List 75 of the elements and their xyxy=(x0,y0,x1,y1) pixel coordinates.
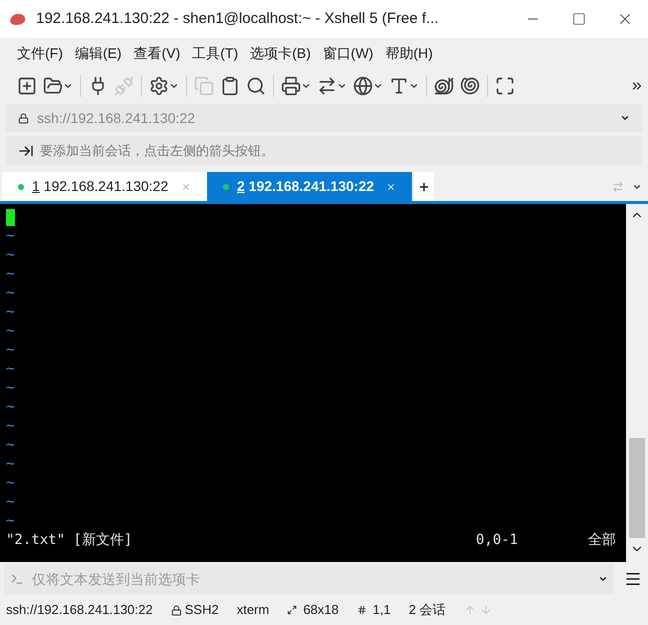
new-tab-button[interactable] xyxy=(414,172,434,201)
tilde-line: ~ xyxy=(6,513,14,529)
tilde-line: ~ xyxy=(6,304,14,320)
plus-icon[interactable] xyxy=(418,180,430,192)
tilde-line: ~ xyxy=(6,361,14,377)
send-text-field[interactable]: 仅将文本发送到当前选项卡 xyxy=(4,564,614,594)
caret-icon xyxy=(301,81,311,91)
send-text-input[interactable]: 仅将文本发送到当前选项卡 xyxy=(32,568,598,590)
menu-item[interactable]: 文件(F) xyxy=(12,42,68,64)
tilde-line: ~ xyxy=(6,228,14,244)
resize-icon xyxy=(287,605,298,615)
terminal-icon xyxy=(10,572,24,586)
tilde-line: ~ xyxy=(6,247,14,263)
menu-item[interactable]: 查看(V) xyxy=(128,42,186,64)
printer-icon xyxy=(281,76,301,96)
status-address: ssh://192.168.241.130:22 xyxy=(6,601,153,620)
tab-label: 1 192.168.241.130:22 xyxy=(32,177,168,196)
app-logo-icon xyxy=(8,11,28,27)
vim-scroll-position: 全部 xyxy=(588,531,616,550)
tab[interactable]: 1 192.168.241.130:22 xyxy=(2,172,207,201)
shell-icon xyxy=(460,76,480,96)
tilde-line: ~ xyxy=(6,475,14,491)
caret-icon xyxy=(373,81,383,91)
cursor-position-icon xyxy=(356,605,367,615)
font-icon xyxy=(389,76,409,96)
tab-label: 2 192.168.241.130:22 xyxy=(237,177,374,196)
clipboard-icon xyxy=(220,76,240,96)
gear-icon xyxy=(149,76,169,96)
menu-item[interactable]: 工具(T) xyxy=(187,42,244,64)
menu-icon[interactable] xyxy=(624,570,642,588)
tab[interactable]: 2 192.168.241.130:22 xyxy=(207,172,412,201)
lock-icon xyxy=(170,604,182,616)
scrollbar-thumb[interactable] xyxy=(629,438,645,538)
tilde-line: ~ xyxy=(6,285,14,301)
menu-item[interactable]: 选项卡(B) xyxy=(245,42,316,64)
menu-item[interactable]: 帮助(H) xyxy=(380,42,438,64)
window-title: 192.168.241.130:22 - shen1@localhost:~ - Xshell 5 (Free f... xyxy=(36,8,439,29)
snail-icon xyxy=(434,76,454,96)
dropdown-icon[interactable] xyxy=(598,574,608,584)
menu-item[interactable]: 编辑(E) xyxy=(70,42,127,64)
caret-icon xyxy=(337,81,347,91)
tilde-line: ~ xyxy=(6,494,14,510)
tilde-line: ~ xyxy=(6,399,14,415)
tilde-line: ~ xyxy=(6,456,14,472)
maximize-icon[interactable] xyxy=(572,12,586,26)
unplug-icon xyxy=(114,76,134,96)
hint-text: 要添加当前会话，点击左侧的箭头按钮。 xyxy=(40,142,274,160)
lock-icon xyxy=(18,112,29,124)
status-protocol: SSH2 xyxy=(184,601,219,620)
new-window-icon xyxy=(17,76,37,96)
caret-icon xyxy=(409,81,419,91)
vim-cursor-position: 0,0-1 xyxy=(476,531,518,550)
add-session-icon[interactable] xyxy=(18,143,34,159)
vim-status-file: "2.txt" [新文件] xyxy=(6,531,132,550)
tilde-line: ~ xyxy=(6,266,14,282)
tilde-line: ~ xyxy=(6,323,14,339)
copy-icon xyxy=(194,76,214,96)
search-icon xyxy=(246,76,266,96)
terminal-screen[interactable]: ~ ~ ~ ~ ~ ~ ~ ~ ~ ~ ~ ~ ~ ~ ~ ~ "2.txt" [新文件] 0,0-1 全部 xyxy=(0,204,626,562)
globe-icon xyxy=(353,76,373,96)
fullscreen-icon xyxy=(495,76,515,96)
status-cursor: 1,1 xyxy=(372,601,391,620)
tilde-line: ~ xyxy=(6,418,14,434)
dropdown-icon[interactable] xyxy=(620,113,630,123)
status-size: 68x18 xyxy=(303,601,339,620)
tilde-line: ~ xyxy=(6,437,14,453)
status-terminal-type: xterm xyxy=(236,601,270,620)
status-sessions: 2 会话 xyxy=(408,601,446,620)
caret-icon xyxy=(63,81,73,91)
transfer-icon xyxy=(317,76,337,96)
caret-icon xyxy=(169,81,179,91)
tilde-line: ~ xyxy=(6,342,14,358)
tilde-line: ~ xyxy=(6,380,14,396)
folder-icon xyxy=(43,76,63,96)
menu-item[interactable]: 窗口(W) xyxy=(318,42,378,64)
